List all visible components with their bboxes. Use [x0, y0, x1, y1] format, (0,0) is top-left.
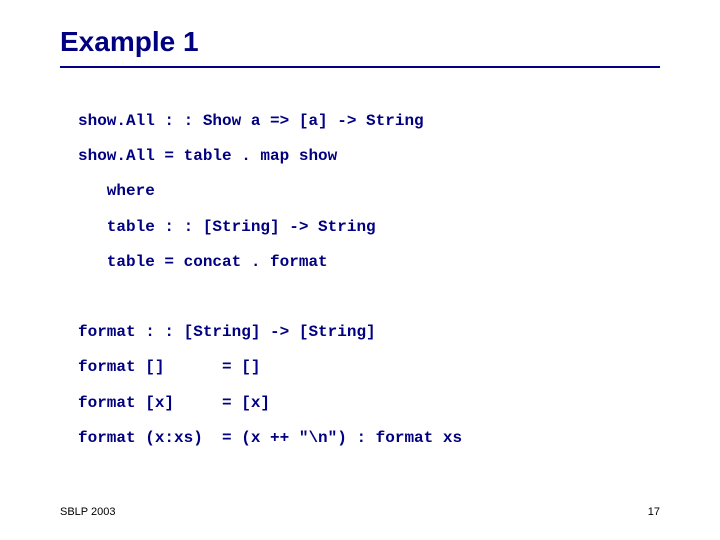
code-line: format (x:xs) = (x ++ "\n") : format xs: [78, 429, 462, 447]
code-line: format [] = []: [78, 358, 260, 376]
code-block: show.All : : Show a => [a] -> String sho…: [60, 104, 660, 456]
code-line: table = concat . format: [78, 253, 328, 271]
code-line: [78, 288, 88, 306]
code-line: table : : [String] -> String: [78, 218, 376, 236]
code-line: show.All = table . map show: [78, 147, 337, 165]
code-line: format [x] = [x]: [78, 394, 270, 412]
code-line: format : : [String] -> [String]: [78, 323, 376, 341]
code-line: show.All : : Show a => [a] -> String: [78, 112, 424, 130]
slide: Example 1 show.All : : Show a => [a] -> …: [0, 0, 720, 540]
footer: SBLP 2003 17: [60, 506, 660, 518]
footer-left: SBLP 2003: [60, 506, 115, 518]
code-line: where: [78, 182, 155, 200]
slide-title: Example 1: [60, 26, 660, 68]
page-number: 17: [648, 506, 660, 518]
